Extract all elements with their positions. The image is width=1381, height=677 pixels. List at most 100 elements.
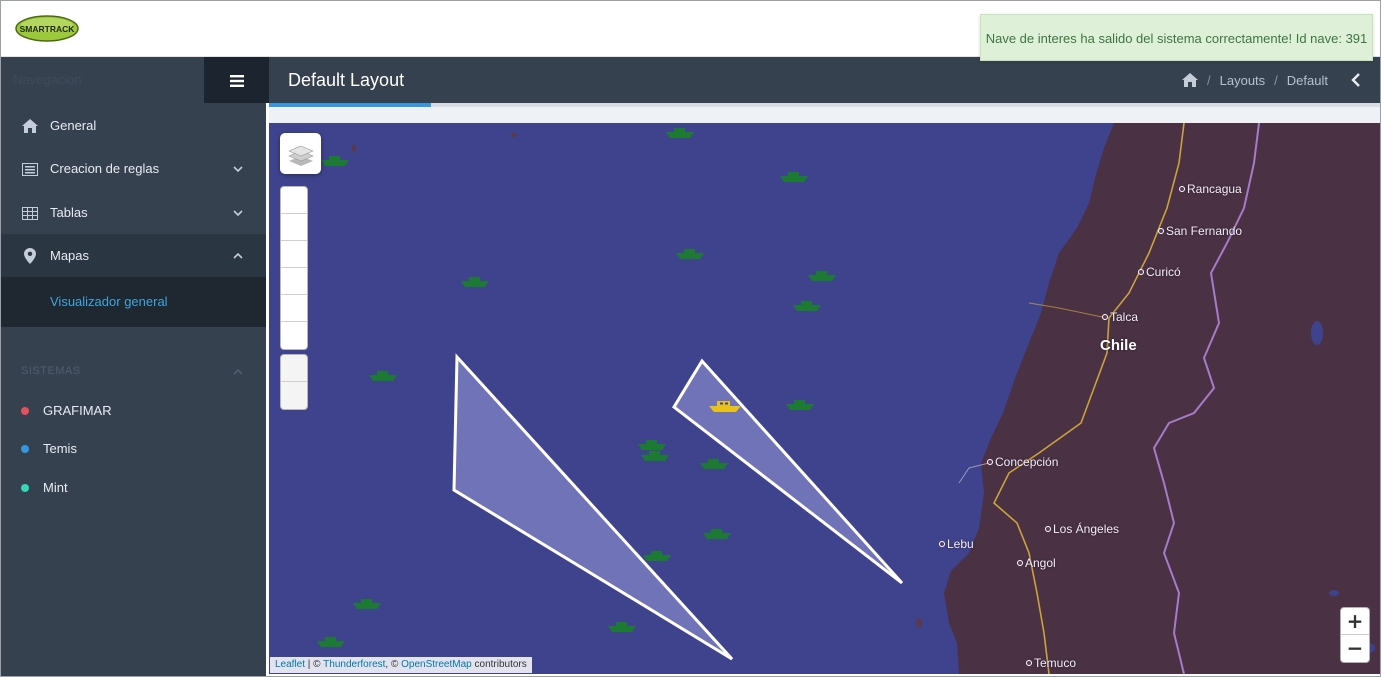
delete-layers-button[interactable] bbox=[281, 382, 307, 409]
breadcrumb-layouts[interactable]: Layouts bbox=[1220, 73, 1266, 88]
ship-icon[interactable] bbox=[776, 170, 812, 184]
layers-icon bbox=[287, 145, 314, 166]
system-label: GRAFIMAR bbox=[43, 403, 112, 418]
sidebar-item-general[interactable]: General bbox=[1, 104, 266, 148]
smartrack-logo[interactable]: SMARTRACK bbox=[15, 15, 79, 42]
city-label: Temuco bbox=[1026, 656, 1076, 670]
ship-icon[interactable] bbox=[313, 635, 349, 649]
ship-icon[interactable] bbox=[365, 369, 401, 383]
draw-polyline-button[interactable] bbox=[281, 187, 307, 214]
draw-toolbar bbox=[280, 186, 308, 350]
chevron-down-icon bbox=[231, 191, 245, 235]
city-label: Lebu bbox=[939, 537, 974, 551]
sidebar-heading: Navegacion bbox=[13, 72, 82, 87]
breadcrumb-separator: / bbox=[1207, 72, 1211, 88]
sidebar: Navegacion General Creacion de reglas Ta… bbox=[1, 57, 269, 676]
ship-icon[interactable] bbox=[782, 398, 818, 412]
sidebar-item-label: General bbox=[50, 118, 97, 133]
land-mass bbox=[944, 123, 1380, 674]
home-icon[interactable] bbox=[1182, 72, 1198, 88]
menu-toggle-button[interactable] bbox=[204, 57, 269, 103]
status-dot bbox=[21, 484, 29, 492]
city-label: Concepción bbox=[987, 455, 1058, 469]
ship-icon[interactable] bbox=[317, 154, 353, 168]
ship-icon[interactable] bbox=[604, 620, 640, 634]
ship-icon[interactable] bbox=[789, 299, 825, 313]
success-notification[interactable]: Nave de interes ha salido del sistema co… bbox=[980, 14, 1373, 61]
ship-icon[interactable] bbox=[662, 126, 698, 140]
city-label: Los Ángeles bbox=[1045, 522, 1119, 536]
sidebar-item-label: Creacion de reglas bbox=[50, 161, 160, 176]
chevron-up-icon[interactable] bbox=[231, 365, 245, 379]
ship-icon[interactable] bbox=[804, 269, 840, 283]
draw-circle-button[interactable] bbox=[281, 268, 307, 295]
highlighted-ship-icon[interactable] bbox=[707, 400, 743, 414]
draw-rectangle-button[interactable] bbox=[281, 241, 307, 268]
ship-icon[interactable] bbox=[696, 457, 732, 471]
ship-icon[interactable] bbox=[699, 527, 735, 541]
sidebar-item-creacion-de-reglas[interactable]: Creacion de reglas bbox=[1, 147, 266, 191]
leaflet-link[interactable]: Leaflet bbox=[275, 659, 305, 670]
sidebar-item-label: Tablas bbox=[50, 205, 88, 220]
island bbox=[511, 133, 517, 137]
island bbox=[352, 144, 356, 152]
city-label: Curicó bbox=[1138, 265, 1181, 279]
layers-control-button[interactable] bbox=[280, 133, 321, 174]
breadcrumb-separator: / bbox=[1274, 72, 1278, 88]
map-container[interactable]: Rancagua San Fernando Curicó Talca Chile… bbox=[269, 123, 1380, 674]
home-icon bbox=[21, 104, 39, 148]
thunderforest-link[interactable]: Thunderforest bbox=[323, 659, 385, 670]
ship-icon[interactable] bbox=[349, 597, 385, 611]
breadcrumb: / Layouts / Default bbox=[1182, 57, 1362, 103]
list-icon bbox=[21, 147, 39, 191]
sidebar-item-mapas[interactable]: Mapas bbox=[1, 234, 266, 278]
chevron-left-icon[interactable] bbox=[1350, 73, 1362, 87]
ship-icon[interactable] bbox=[637, 449, 673, 463]
city-label: San Fernando bbox=[1158, 224, 1242, 238]
draw-circlemarker-button[interactable] bbox=[281, 322, 307, 349]
city-label: Talca bbox=[1102, 310, 1138, 324]
ship-icon[interactable] bbox=[672, 247, 708, 261]
edit-layers-button[interactable] bbox=[281, 355, 307, 382]
chevron-up-icon bbox=[231, 234, 245, 278]
zoom-out-button[interactable]: − bbox=[1341, 635, 1369, 662]
content-strip bbox=[269, 107, 1380, 123]
edit-toolbar bbox=[280, 354, 308, 410]
chevron-down-icon bbox=[231, 147, 245, 191]
lake bbox=[1311, 321, 1323, 345]
system-item-temis[interactable]: Temis bbox=[1, 430, 266, 468]
page-header: Default Layout / Layouts / Default bbox=[269, 57, 1380, 103]
country-label: Chile bbox=[1100, 337, 1137, 354]
lake bbox=[1329, 590, 1339, 596]
mapas-submenu: Visualizador general bbox=[1, 277, 266, 327]
draw-polygon-button[interactable] bbox=[281, 214, 307, 241]
submenu-item-visualizador-general[interactable]: Visualizador general bbox=[50, 277, 168, 327]
ship-icon[interactable] bbox=[457, 275, 493, 289]
zoom-control: + − bbox=[1340, 607, 1370, 663]
hamburger-icon bbox=[229, 75, 244, 88]
city-label: Rancagua bbox=[1179, 182, 1242, 196]
page-title: Default Layout bbox=[288, 70, 405, 90]
openstreetmap-link[interactable]: OpenStreetMap bbox=[401, 659, 472, 670]
section-label-sistemas: SISTEMAS bbox=[21, 365, 81, 377]
sidebar-item-tablas[interactable]: Tablas bbox=[1, 191, 266, 235]
map-marker-icon bbox=[21, 234, 39, 278]
city-label: Angol bbox=[1017, 556, 1056, 570]
zone-polygon-small bbox=[672, 358, 904, 585]
island bbox=[916, 618, 922, 628]
breadcrumb-default: Default bbox=[1286, 72, 1328, 88]
draw-marker-button[interactable] bbox=[281, 295, 307, 322]
map-tiles bbox=[352, 123, 1380, 674]
system-label: Mint bbox=[43, 480, 68, 495]
status-dot bbox=[21, 445, 29, 453]
map-attribution: Leaflet | © Thunderforest, © OpenStreetM… bbox=[270, 657, 532, 673]
sidebar-item-label: Mapas bbox=[50, 248, 90, 263]
system-label: Temis bbox=[43, 441, 77, 456]
table-icon bbox=[21, 191, 39, 235]
ship-icon[interactable] bbox=[639, 549, 675, 563]
status-dot bbox=[21, 407, 29, 415]
app-window: SMARTRACK Nave de interes ha salido del … bbox=[0, 0, 1381, 677]
system-item-grafimar[interactable]: GRAFIMAR bbox=[1, 392, 266, 430]
zoom-in-button[interactable]: + bbox=[1341, 608, 1369, 635]
system-item-mint[interactable]: Mint bbox=[1, 469, 266, 507]
